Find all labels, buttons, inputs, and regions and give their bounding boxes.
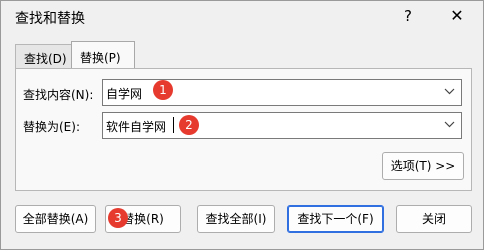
window-title: 查找和替换 xyxy=(15,11,85,27)
find-what-dropdown[interactable] xyxy=(439,80,461,105)
annotation-badge-3: 3 xyxy=(108,208,128,228)
find-replace-dialog: 查找和替换 ? ✕ 查找(D) 替换(P) 查找内容(N): 自学网 替换为(E… xyxy=(0,0,484,250)
replace-with-dropdown[interactable] xyxy=(439,113,461,138)
annotation-badge-1: 1 xyxy=(153,80,173,100)
find-all-button[interactable]: 查找全部(I) xyxy=(197,205,275,233)
annotation-badge-2: 2 xyxy=(179,115,199,135)
chevron-down-icon xyxy=(444,88,455,95)
replace-with-input[interactable]: 软件自学网 xyxy=(102,112,462,139)
options-button[interactable]: 选项(T) >> xyxy=(382,152,464,180)
tab-find[interactable]: 查找(D) xyxy=(15,44,74,69)
find-next-button[interactable]: 查找下一个(F) xyxy=(287,205,384,233)
find-what-label: 查找内容(N): xyxy=(23,88,94,102)
close-icon[interactable]: ✕ xyxy=(442,5,472,27)
replace-with-value: 软件自学网 xyxy=(106,120,167,134)
replace-all-button[interactable]: 全部替换(A) xyxy=(15,205,96,233)
title-bar: 查找和替换 ? ✕ xyxy=(1,1,483,31)
close-button[interactable]: 关闭 xyxy=(396,205,472,233)
tab-find-label: 查找(D) xyxy=(24,52,67,66)
find-what-value: 自学网 xyxy=(106,87,143,101)
help-icon[interactable]: ? xyxy=(393,5,423,27)
tab-replace[interactable]: 替换(P) xyxy=(71,41,135,69)
replace-with-label: 替换为(E): xyxy=(23,120,80,134)
tab-replace-label: 替换(P) xyxy=(80,51,121,65)
text-cursor xyxy=(173,117,174,133)
chevron-down-icon xyxy=(444,121,455,128)
